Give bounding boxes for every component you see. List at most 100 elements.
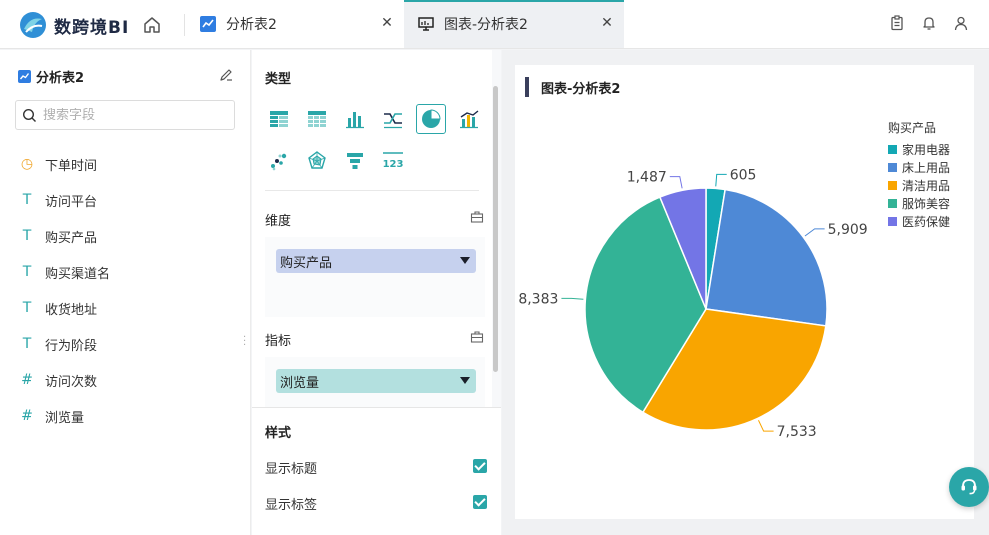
label-leader-line bbox=[804, 228, 825, 237]
close-icon[interactable]: ✕ bbox=[380, 15, 394, 31]
legend-item[interactable]: 服饰美容 bbox=[888, 194, 950, 212]
legend-item[interactable]: 床上用品 bbox=[888, 158, 950, 176]
label-leader-line bbox=[715, 173, 727, 187]
dimension-pill[interactable]: 购买产品 bbox=[276, 249, 476, 273]
chart-legend: 购买产品 家用电器 床上用品 清洁用品 服饰美容 医药保健 bbox=[888, 119, 950, 230]
legend-swatch bbox=[888, 216, 897, 226]
option-label: 显示标签 bbox=[265, 497, 318, 513]
dimension-drop-zone[interactable]: 购买产品 bbox=[265, 237, 485, 317]
field-name: 购买渠道名 bbox=[45, 266, 111, 282]
search-input[interactable] bbox=[43, 107, 223, 123]
legend-swatch bbox=[888, 180, 897, 190]
field-search[interactable] bbox=[15, 100, 235, 130]
measure-pill[interactable]: 浏览量 bbox=[276, 369, 476, 393]
bell-icon[interactable] bbox=[921, 15, 937, 31]
config-scroll-area: 类型 123 维度 购买产品 指标 浏览量 bbox=[252, 50, 492, 407]
dashboard-icon bbox=[418, 17, 434, 31]
dimension-label: 维度 bbox=[265, 214, 292, 229]
text-type-icon: T bbox=[22, 264, 32, 280]
legend-item[interactable]: 家用电器 bbox=[888, 140, 950, 158]
legend-label: 床上用品 bbox=[902, 160, 951, 175]
chart-type-combo[interactable] bbox=[454, 104, 484, 134]
line-chart-icon bbox=[18, 70, 31, 83]
pie-chart-icon bbox=[422, 109, 441, 128]
field-name: 行为阶段 bbox=[45, 338, 98, 354]
table-icon bbox=[270, 111, 288, 127]
legend-item[interactable]: 清洁用品 bbox=[888, 176, 950, 194]
field-item[interactable]: T 行为阶段 bbox=[18, 326, 110, 362]
chart-type-radar[interactable] bbox=[302, 146, 332, 176]
user-icon[interactable] bbox=[953, 15, 969, 31]
show-title-checkbox[interactable] bbox=[473, 459, 487, 473]
top-actions bbox=[889, 15, 969, 31]
close-icon[interactable]: ✕ bbox=[600, 15, 614, 31]
chart-type-table[interactable] bbox=[264, 104, 294, 134]
measure-pill-label: 浏览量 bbox=[280, 375, 320, 391]
legend-swatch bbox=[888, 198, 897, 208]
pie-data-label: 1,487 bbox=[627, 170, 667, 186]
show-title-option[interactable]: 显示标题 bbox=[265, 457, 487, 477]
line-chart-icon bbox=[200, 16, 216, 32]
dataset-title: 分析表2 bbox=[18, 67, 84, 86]
legend-label: 清洁用品 bbox=[902, 178, 951, 193]
search-icon bbox=[22, 108, 36, 122]
label-leader-line bbox=[669, 176, 683, 189]
chart-title-text: 图表-分析表2 bbox=[541, 81, 621, 97]
style-label: 样式 bbox=[265, 426, 292, 441]
show-labels-option[interactable]: 显示标签 bbox=[265, 493, 487, 513]
field-item[interactable]: T 访问平台 bbox=[18, 182, 110, 218]
chart-card[interactable]: 605 5,909 7,533 8,383 1,487 图表-分析表2 购买产品 家用电… bbox=[515, 65, 974, 519]
field-item[interactable]: T 收货地址 bbox=[18, 290, 110, 326]
help-chat-button[interactable] bbox=[949, 467, 989, 507]
chart-type-line[interactable] bbox=[378, 104, 408, 134]
app-logo[interactable]: 数跨境BI bbox=[18, 10, 129, 40]
cross-table-icon bbox=[308, 111, 326, 127]
legend-swatch bbox=[888, 162, 897, 172]
measure-drop-zone[interactable]: 浏览量 bbox=[265, 357, 485, 407]
show-labels-checkbox[interactable] bbox=[473, 495, 487, 509]
chart-title: 图表-分析表2 bbox=[525, 77, 620, 97]
field-name: 访问次数 bbox=[45, 374, 98, 390]
pie-data-label: 8,383 bbox=[518, 291, 558, 307]
legend-label: 医药保健 bbox=[902, 214, 951, 229]
chart-type-pie[interactable] bbox=[416, 104, 446, 134]
field-name: 收货地址 bbox=[45, 302, 98, 318]
style-section: 样式 显示标题 显示标签 bbox=[252, 407, 501, 535]
dimension-settings-icon[interactable] bbox=[470, 210, 484, 224]
home-icon[interactable] bbox=[142, 15, 162, 35]
tab-analysis-table[interactable]: 分析表2 ✕ bbox=[186, 0, 404, 48]
chart-type-scatter[interactable] bbox=[264, 146, 294, 176]
field-item[interactable]: T 购买渠道名 bbox=[18, 254, 110, 290]
top-bar: 数跨境BI 分析表2 ✕ 图表-分析表2 ✕ bbox=[0, 0, 989, 49]
legend-swatch bbox=[888, 144, 897, 154]
legend-label: 家用电器 bbox=[902, 142, 951, 157]
chart-type-cross-table[interactable] bbox=[302, 104, 332, 134]
tab-label: 分析表2 bbox=[226, 17, 277, 33]
chart-type-number-card[interactable]: 123 bbox=[378, 146, 408, 176]
caret-down-icon[interactable] bbox=[460, 257, 470, 264]
pie-slice[interactable] bbox=[705, 188, 828, 327]
measure-settings-icon[interactable] bbox=[470, 330, 484, 344]
field-name: 购买产品 bbox=[45, 230, 98, 246]
caret-down-icon[interactable] bbox=[460, 377, 470, 384]
resize-handle-icon[interactable]: · · · bbox=[243, 333, 246, 351]
chart-type-funnel[interactable] bbox=[340, 146, 370, 176]
legend-title: 购买产品 bbox=[888, 121, 937, 135]
edit-icon[interactable] bbox=[219, 68, 233, 82]
clipboard-icon[interactable] bbox=[889, 15, 905, 31]
field-panel: 分析表2 ◷ 下单时间 T 访问平台 T 购买产品 T 购买渠道名 T 收货 bbox=[0, 50, 251, 535]
chart-type-bar[interactable] bbox=[340, 104, 370, 134]
number-type-icon: # bbox=[21, 408, 33, 424]
radar-chart-icon bbox=[308, 151, 326, 169]
field-item[interactable]: T 购买产品 bbox=[18, 218, 110, 254]
combo-chart-icon bbox=[460, 110, 479, 129]
field-name: 访问平台 bbox=[45, 194, 98, 210]
field-item[interactable]: # 浏览量 bbox=[18, 398, 110, 434]
config-scrollbar[interactable] bbox=[493, 86, 498, 372]
field-item[interactable]: ◷ 下单时间 bbox=[18, 146, 110, 182]
tab-chart-dashboard[interactable]: 图表-分析表2 ✕ bbox=[404, 0, 624, 48]
line-chart-icon bbox=[384, 113, 402, 129]
field-item[interactable]: # 访问次数 bbox=[18, 362, 110, 398]
field-list: ◷ 下单时间 T 访问平台 T 购买产品 T 购买渠道名 T 收货地址 T 行为… bbox=[18, 146, 110, 434]
legend-item[interactable]: 医药保健 bbox=[888, 212, 950, 230]
